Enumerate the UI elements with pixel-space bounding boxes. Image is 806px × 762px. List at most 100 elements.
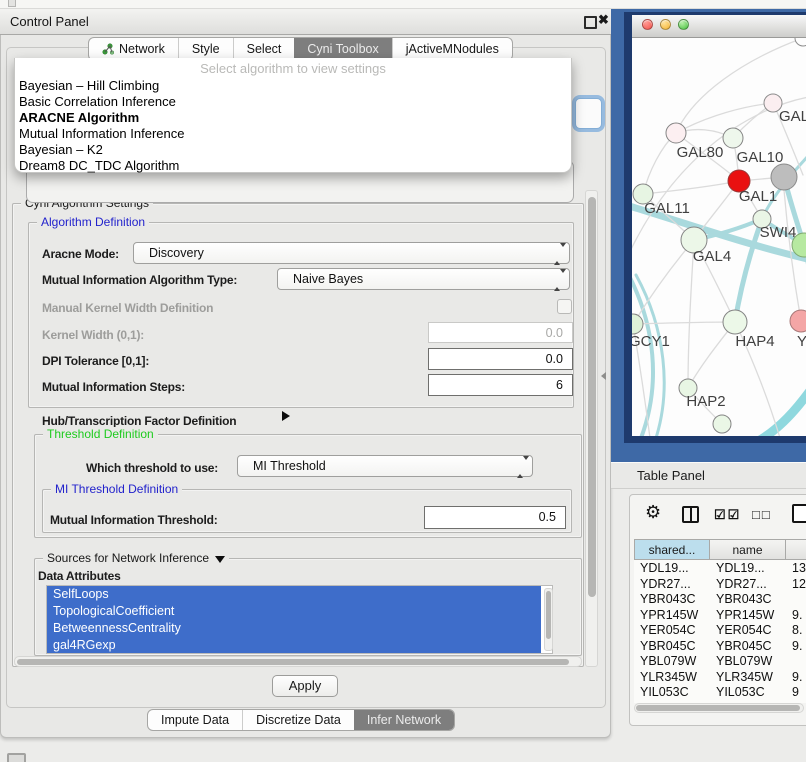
mi-steps-label: Mutual Information Steps:	[42, 380, 185, 394]
table-row[interactable]: YPR145WYPR145W9.	[634, 607, 806, 623]
expand-arrow-icon[interactable]	[282, 411, 290, 421]
network-view[interactable]: GAL7GAL80GAL10GAL1GAL11SWI4GAL4GCY1HAP4Y…	[632, 38, 806, 436]
mi-threshold-field[interactable]: 0.5	[424, 506, 566, 529]
minimize-traffic-light-icon[interactable]	[660, 19, 671, 30]
collapse-arrow-icon[interactable]	[215, 556, 225, 563]
table-row[interactable]: YIL053CYIL053C9	[634, 684, 806, 700]
network-edge[interactable]	[632, 270, 653, 436]
tab-impute-data[interactable]: Impute Data	[148, 710, 242, 730]
network-node-gal10[interactable]	[723, 128, 743, 148]
gear-icon[interactable]: ⚙	[645, 502, 661, 523]
table-row[interactable]: YLR345WYLR345W9.	[634, 669, 806, 685]
algorithm-option-mutual-information-inference[interactable]: Mutual Information Inference	[15, 126, 571, 142]
network-node-gcy1[interactable]	[632, 314, 643, 334]
table-cell: YBR043C	[634, 591, 710, 607]
stepper-icon	[554, 273, 561, 287]
network-window-titlebar[interactable]	[632, 15, 806, 38]
table-cell: 9.	[786, 638, 806, 654]
kernel-width-field[interactable]: 0.0	[428, 322, 573, 343]
apply-button[interactable]: Apply	[272, 675, 338, 697]
settings-horizontal-scrollbar[interactable]	[14, 656, 582, 667]
tab-label: Cyni Toolbox	[307, 42, 378, 56]
mi-steps-field[interactable]: 6	[428, 374, 573, 396]
attribute-item-gal4rgexp[interactable]: gal4RGexp	[47, 637, 541, 654]
algorithm-option-aracne-algorithm[interactable]: ARACNE Algorithm	[15, 110, 571, 126]
table-cell	[786, 653, 806, 669]
node-label-gal4: GAL4	[693, 248, 731, 265]
checked-pair-icon[interactable]: ☑☑	[714, 507, 741, 523]
hub-definition-toggle[interactable]: Hub/Transcription Factor Definition	[42, 414, 236, 428]
table-horizontal-scrollbar[interactable]	[634, 703, 804, 713]
attributes-scrollbar[interactable]	[544, 588, 553, 651]
table-row[interactable]: YBR045CYBR045C9.	[634, 638, 806, 654]
algorithm-option-bayesian-hill-climbing[interactable]: Bayesian – Hill Climbing	[15, 78, 571, 94]
table-panel-title: Table Panel	[637, 468, 705, 483]
close-icon[interactable]: ✖	[598, 12, 609, 28]
minimized-panel-icon[interactable]	[7, 753, 26, 762]
network-edge[interactable]	[735, 219, 762, 322]
tab-label: Select	[247, 42, 282, 56]
columns-icon[interactable]	[682, 506, 699, 523]
algorithm-combo-stepper[interactable]	[575, 98, 602, 129]
tab-infer-network[interactable]: Infer Network	[354, 710, 454, 730]
network-node[interactable]	[795, 38, 806, 46]
mi-type-combo[interactable]: Naive Bayes	[277, 268, 570, 290]
node-label-gal1: GAL1	[739, 188, 777, 205]
attribute-item-selfloops[interactable]: SelfLoops	[47, 586, 541, 603]
column-header-shared-[interactable]: shared...	[634, 539, 710, 560]
table-cell: YPR145W	[634, 607, 710, 623]
network-node-y[interactable]	[790, 310, 806, 332]
network-edge[interactable]	[676, 103, 773, 133]
column-header-a[interactable]: A	[786, 539, 806, 560]
table-row[interactable]: YDL19...YDL19...13	[634, 560, 806, 576]
algorithm-option-dream8-dc-tdc-algorithm[interactable]: Dream8 DC_TDC Algorithm	[15, 158, 571, 174]
dpi-tolerance-field[interactable]: 0.0	[428, 348, 573, 370]
tab-cyni-toolbox[interactable]: Cyni Toolbox	[294, 38, 391, 60]
float-window-icon[interactable]	[584, 16, 597, 29]
tab-label: Style	[192, 42, 220, 56]
table-header-row: shared...nameA	[634, 539, 806, 560]
tab-network[interactable]: Network	[89, 38, 178, 60]
network-node[interactable]	[771, 164, 797, 190]
table-row[interactable]: YBR043CYBR043C	[634, 591, 806, 607]
tab-jactivemnodules[interactable]: jActiveMNodules	[392, 38, 512, 60]
table-cell: 13	[786, 560, 806, 576]
attribute-item-betweennesscentrality[interactable]: BetweennessCentrality	[47, 620, 541, 637]
settings-vertical-scrollbar[interactable]	[585, 190, 598, 667]
tab-discretize-data[interactable]: Discretize Data	[242, 710, 354, 730]
algorithm-dropdown-popup: Select algorithm to view settings Bayesi…	[14, 58, 572, 173]
zoom-traffic-light-icon[interactable]	[678, 19, 689, 30]
table-cell: YDR27...	[710, 576, 786, 592]
node-label-swi4: SWI4	[760, 224, 797, 241]
tab-select[interactable]: Select	[233, 38, 295, 60]
network-node-gal80[interactable]	[666, 123, 686, 143]
table-row[interactable]: YER054CYER054C8.	[634, 622, 806, 638]
tab-style[interactable]: Style	[178, 38, 233, 60]
table-cell: YBL079W	[634, 653, 710, 669]
column-header-name[interactable]: name	[710, 539, 786, 560]
node-label-gcy1: GCY1	[632, 333, 670, 350]
screen: Control Panel ✖ NetworkStyleSelectCyni T…	[0, 0, 806, 762]
data-attributes-list: SelfLoopsTopologicalCoefficientBetweenne…	[46, 585, 553, 654]
tab-label: Impute Data	[161, 713, 229, 727]
unchecked-pair-icon[interactable]: □□	[752, 507, 772, 522]
which-threshold-combo[interactable]: MI Threshold	[237, 455, 533, 477]
splitter-collapse-icon[interactable]	[601, 372, 606, 380]
table-row[interactable]: YDR27...YDR27...12	[634, 576, 806, 592]
attribute-item-topologicalcoefficient[interactable]: TopologicalCoefficient	[47, 603, 541, 620]
algorithm-option-bayesian-k2[interactable]: Bayesian – K2	[15, 142, 571, 158]
network-node-hap4[interactable]	[723, 310, 747, 334]
table-row[interactable]: YBL079WYBL079W	[634, 653, 806, 669]
manual-kernel-checkbox[interactable]	[557, 299, 572, 314]
aracne-mode-combo[interactable]: Discovery	[133, 242, 570, 264]
page-icon[interactable]	[792, 504, 806, 523]
network-edge[interactable]	[760, 388, 806, 436]
close-traffic-light-icon[interactable]	[642, 19, 653, 30]
stepper-icon	[517, 460, 524, 474]
stepper-icon	[554, 247, 561, 261]
algorithm-option-basic-correlation-inference[interactable]: Basic Correlation Inference	[15, 94, 571, 110]
network-node[interactable]	[713, 415, 731, 433]
mi-type-label: Mutual Information Algorithm Type:	[42, 273, 237, 287]
node-label-hap2: HAP2	[686, 393, 725, 410]
network-edge[interactable]	[643, 181, 739, 194]
